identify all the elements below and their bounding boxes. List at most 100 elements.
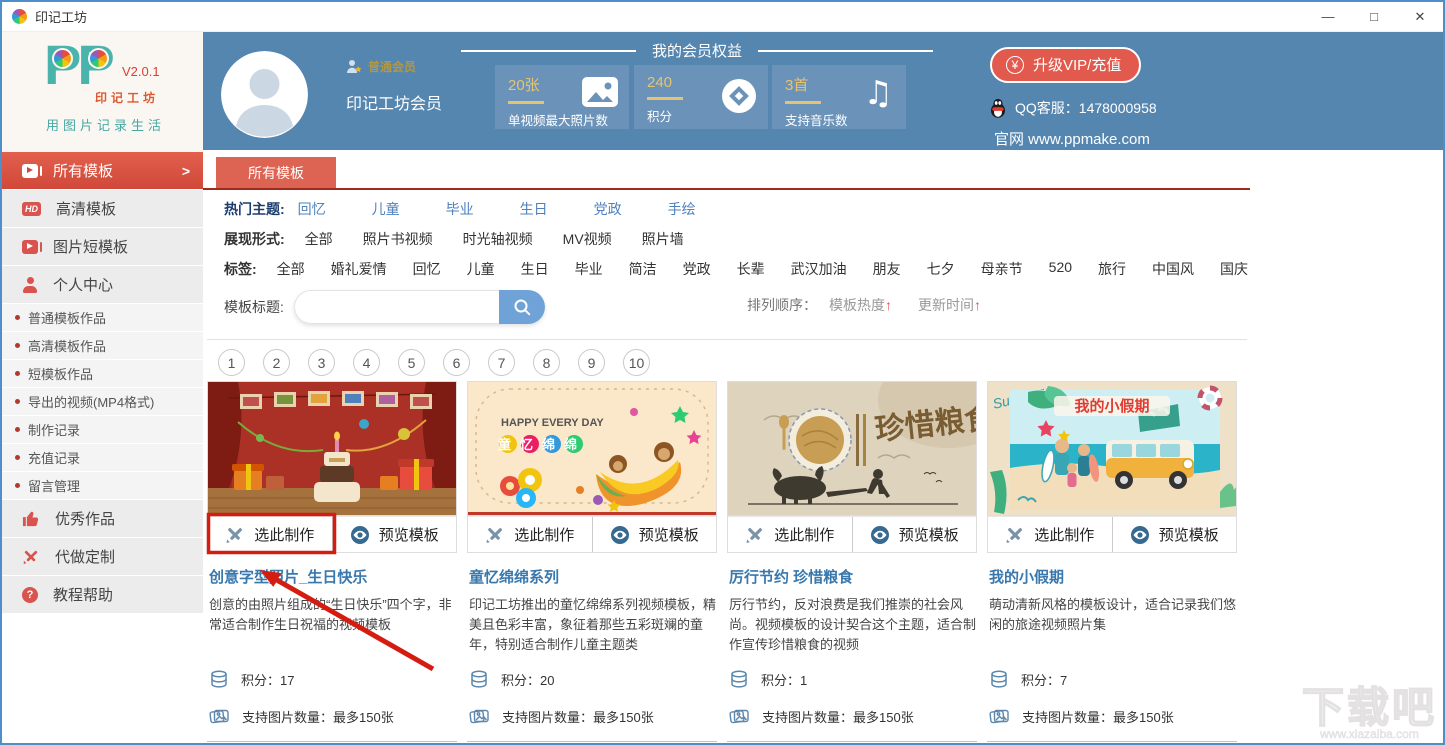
svg-text:HAPPY EVERY DAY: HAPPY EVERY DAY — [501, 417, 604, 429]
page-button[interactable]: 4 — [353, 349, 380, 376]
sort-by-update-time[interactable]: 更新时间↑ — [918, 295, 981, 315]
tag-option[interactable]: 婚礼爱情 — [331, 259, 387, 279]
tag-option[interactable]: 儿童 — [467, 259, 495, 279]
sidebar-item-normal-works[interactable]: 普通模板作品 — [2, 304, 203, 332]
form-option[interactable]: 照片书视频 — [363, 229, 433, 249]
preview-template-button[interactable]: 预览模板 — [852, 517, 977, 552]
preview-template-button[interactable]: 预览模板 — [592, 517, 717, 552]
page-button[interactable]: 6 — [443, 349, 470, 376]
sort-by-popularity[interactable]: 模板热度↑ — [829, 295, 892, 315]
sidebar-item-hd-templates[interactable]: HD 高清模板 — [2, 190, 203, 228]
page-button[interactable]: 8 — [533, 349, 560, 376]
topic-option[interactable]: 党政 — [594, 199, 622, 219]
select-make-button[interactable]: 选此制作 — [728, 517, 852, 552]
stat-points: 240 积分 — [634, 65, 768, 129]
page-button[interactable]: 2 — [263, 349, 290, 376]
tag-option[interactable]: 520 — [1049, 259, 1072, 279]
photos-icon — [209, 707, 230, 726]
select-make-button[interactable]: 选此制作 — [208, 517, 332, 552]
card-actions: 选此制作 预览模板 — [987, 516, 1237, 553]
tag-option[interactable]: 中国风 — [1152, 259, 1194, 279]
filter-label: 标签: — [224, 259, 257, 279]
sort-option-label: 模板热度 — [829, 297, 885, 313]
sidebar-item-label: 图片短模板 — [53, 236, 128, 257]
select-make-label: 选此制作 — [1034, 524, 1094, 545]
form-option[interactable]: MV视频 — [563, 229, 612, 249]
template-thumbnail[interactable]: 珍惜粮食 — [727, 381, 977, 516]
page-button[interactable]: 1 — [218, 349, 245, 376]
sidebar-item-short-works[interactable]: 短模板作品 — [2, 360, 203, 388]
sidebar-item-custom-service[interactable]: 代做定制 — [2, 538, 203, 576]
search-input[interactable] — [294, 290, 499, 324]
topic-option[interactable]: 生日 — [520, 199, 548, 219]
sidebar-item-message-management[interactable]: 留言管理 — [2, 472, 203, 500]
tag-option[interactable]: 母亲节 — [981, 259, 1023, 279]
page-button[interactable]: 10 — [623, 349, 650, 376]
photo-limit-row: 支持图片数量：最多150张 — [469, 707, 654, 726]
template-thumbnail[interactable]: Summer 我的小假期 — [987, 381, 1237, 516]
topic-option[interactable]: 回忆 — [298, 199, 326, 219]
sidebar-sub-label: 制作记录 — [28, 420, 80, 439]
topic-option[interactable]: 毕业 — [446, 199, 474, 219]
tag-option[interactable]: 旅行 — [1098, 259, 1126, 279]
select-make-button[interactable]: 选此制作 — [468, 517, 592, 552]
topic-option[interactable]: 手绘 — [668, 199, 696, 219]
form-option[interactable]: 时光轴视频 — [463, 229, 533, 249]
sidebar-item-personal-center[interactable]: 个人中心 — [2, 266, 203, 304]
page-button[interactable]: 3 — [308, 349, 335, 376]
form-option[interactable]: 全部 — [305, 229, 333, 249]
tab-all-templates[interactable]: 所有模板 — [216, 157, 336, 188]
page-button[interactable]: 5 — [398, 349, 425, 376]
tag-option[interactable]: 党政 — [683, 259, 711, 279]
close-button[interactable]: ✕ — [1397, 2, 1443, 31]
avatar[interactable] — [221, 51, 308, 138]
search-label: 模板标题: — [224, 297, 284, 317]
form-option[interactable]: 照片墙 — [642, 229, 684, 249]
pinwheel-icon — [88, 48, 109, 69]
sidebar-item-exported-videos[interactable]: 导出的视频(MP4格式) — [2, 388, 203, 416]
template-title: 童忆绵绵系列 — [467, 566, 717, 587]
tag-option[interactable]: 朋友 — [873, 259, 901, 279]
tag-option[interactable]: 武汉加油 — [791, 259, 847, 279]
tag-option[interactable]: 简洁 — [629, 259, 657, 279]
watermark: 下载吧 www.xiazaiba.com — [1302, 687, 1437, 741]
pagination: 1 2 3 4 5 6 7 8 9 10 — [218, 349, 650, 376]
template-thumbnail[interactable]: HAPPY EVERY DAY 童忆绵绵 — [467, 381, 717, 516]
template-thumbnail[interactable] — [207, 381, 457, 516]
brand-slogan: 用图片记录生活 — [46, 115, 165, 134]
page-button[interactable]: 7 — [488, 349, 515, 376]
tag-option[interactable]: 七夕 — [927, 259, 955, 279]
eye-icon — [870, 525, 890, 545]
preview-template-button[interactable]: 预览模板 — [332, 517, 457, 552]
filter-hot-topics: 热门主题: 回忆 儿童 毕业 生日 党政 手绘 — [224, 199, 696, 219]
sidebar-item-hd-works[interactable]: 高清模板作品 — [2, 332, 203, 360]
preview-template-button[interactable]: 预览模板 — [1112, 517, 1237, 552]
divider — [461, 50, 636, 52]
sidebar-sub-label: 充值记录 — [28, 448, 80, 467]
minimize-button[interactable]: — — [1305, 2, 1351, 31]
tag-option[interactable]: 毕业 — [575, 259, 603, 279]
preview-template-label: 预览模板 — [379, 524, 439, 545]
sidebar-item-tutorial-help[interactable]: ? 教程帮助 — [2, 576, 203, 614]
upgrade-vip-button[interactable]: ¥ 升级VIP/充值 — [990, 47, 1141, 83]
tag-option[interactable]: 长辈 — [737, 259, 765, 279]
search-button[interactable] — [499, 290, 545, 324]
sidebar-item-recharge-records[interactable]: 充值记录 — [2, 444, 203, 472]
sidebar-item-all-templates[interactable]: 所有模板 > — [2, 152, 203, 190]
tag-option[interactable]: 回忆 — [413, 259, 441, 279]
topic-option[interactable]: 儿童 — [372, 199, 400, 219]
page-button[interactable]: 9 — [578, 349, 605, 376]
sidebar-item-making-records[interactable]: 制作记录 — [2, 416, 203, 444]
maximize-button[interactable]: □ — [1351, 2, 1397, 31]
sort-label: 排列顺序： — [747, 295, 817, 315]
video-icon — [22, 164, 38, 178]
sidebar-item-excellent-works[interactable]: 优秀作品 — [2, 500, 203, 538]
tag-option[interactable]: 全部 — [277, 259, 305, 279]
select-make-button[interactable]: 选此制作 — [988, 517, 1112, 552]
sidebar-item-short-templates[interactable]: 图片短模板 — [2, 228, 203, 266]
qq-service[interactable]: QQ客服：1478000958 — [989, 98, 1157, 118]
template-title: 我的小假期 — [987, 566, 1237, 587]
tag-option[interactable]: 国庆 — [1220, 259, 1248, 279]
tag-option[interactable]: 生日 — [521, 259, 549, 279]
card-actions: 选此制作 预览模板 — [207, 516, 457, 553]
